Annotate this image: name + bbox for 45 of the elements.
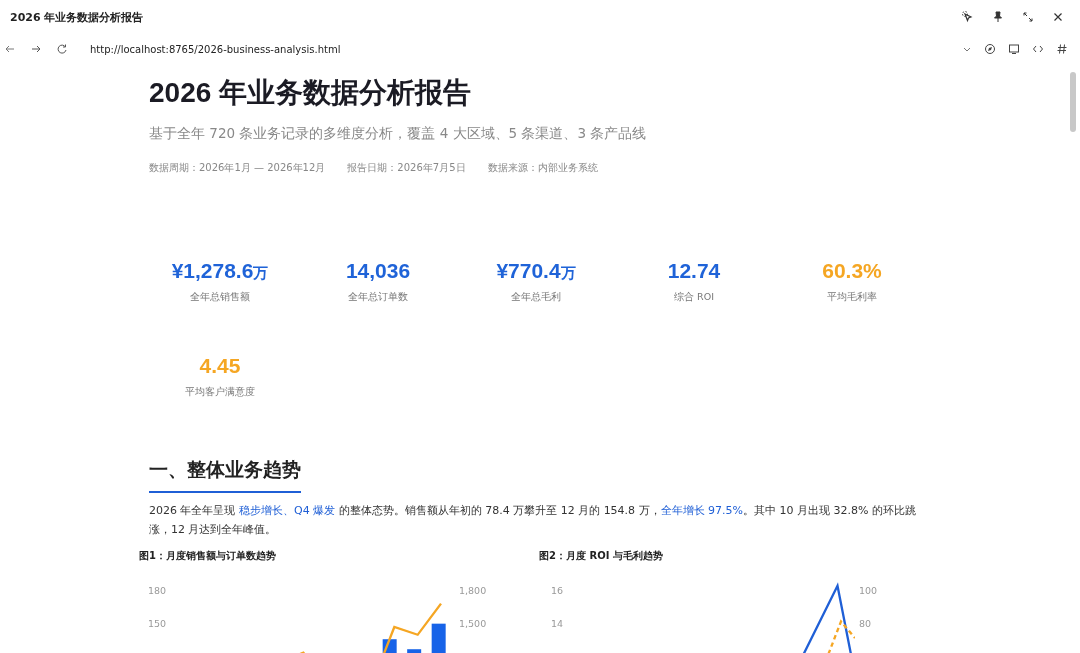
kpi-value: 4.45 <box>199 354 241 378</box>
reload-icon[interactable] <box>56 43 68 55</box>
kpi-label: 平均毛利率 <box>827 291 877 304</box>
axis-tick-label: 16 <box>550 585 564 596</box>
url-field[interactable]: http://localhost:8765/2026-business-analysis.html <box>90 43 948 55</box>
kpi-value: 60.3% <box>822 259 882 283</box>
kpi-value: ¥1,278.6万 <box>171 259 269 283</box>
code-icon[interactable] <box>1032 43 1044 55</box>
meta-text: 数据周期：2026年1月 — 2026年12月 <box>149 161 326 175</box>
section-heading: 一、整体业务趋势 <box>149 457 301 493</box>
axis-tick-label: 1,500 <box>459 618 487 629</box>
figure-title: 图2：月度 ROI 与毛利趋势 <box>539 549 664 563</box>
meta-text: 报告日期：2026年7月5日 <box>347 161 466 175</box>
chart-bar <box>431 623 446 653</box>
figure-title: 图1：月度销售额与订单数趋势 <box>139 549 277 563</box>
meta-text: 数据来源：内部业务系统 <box>487 161 598 175</box>
kpi-label: 平均客户满意度 <box>185 386 255 399</box>
section-paragraph: 2026 年全年呈现 稳步增长、Q4 爆发 的整体态势。销售额从年初的 78.4 万攀升至 12 月的 154.8 万，全年增长 97.5%。其中 10 月出现 32.8% 的环比跳涨，12 月达到全年峰值。 <box>149 503 917 538</box>
close-icon[interactable] <box>1052 11 1064 23</box>
report-subtitle: 基于全年 720 条业务记录的多维度分析，覆盖 4 大区域、5 条渠道、3 条产品线 <box>149 125 648 143</box>
kpi-label: 全年总销售额 <box>190 291 250 304</box>
scrollbar[interactable] <box>1070 72 1076 132</box>
kpi-value: 12.74 <box>667 259 721 283</box>
compass-icon[interactable] <box>984 43 996 55</box>
kpi-value: ¥770.4万 <box>496 259 576 283</box>
axis-tick-label: 150 <box>147 618 167 629</box>
expand-icon[interactable] <box>1022 11 1034 23</box>
report-title: 2026 年业务数据分析报告 <box>149 76 473 110</box>
axis-tick-label: 100 <box>859 585 878 596</box>
axis-tick-label: 14 <box>550 618 564 629</box>
pointer-icon[interactable] <box>962 11 974 23</box>
screen-icon[interactable] <box>1008 43 1020 55</box>
axis-tick-label: 80 <box>859 618 872 629</box>
window-title: 2026 年业务数据分析报告 <box>10 9 144 25</box>
pin-icon[interactable] <box>992 11 1004 23</box>
axis-tick-label: 180 <box>147 585 167 596</box>
back-icon[interactable] <box>4 43 16 55</box>
kpi-label: 全年总毛利 <box>511 291 561 304</box>
forward-icon[interactable] <box>30 43 42 55</box>
chart-bar <box>407 649 422 653</box>
kpi-label: 综合 ROI <box>674 291 714 304</box>
hash-icon[interactable] <box>1056 43 1068 55</box>
kpi-value: 14,036 <box>345 259 411 283</box>
axis-tick-label: 1,800 <box>459 585 487 596</box>
kpi-label: 全年总订单数 <box>348 291 408 304</box>
